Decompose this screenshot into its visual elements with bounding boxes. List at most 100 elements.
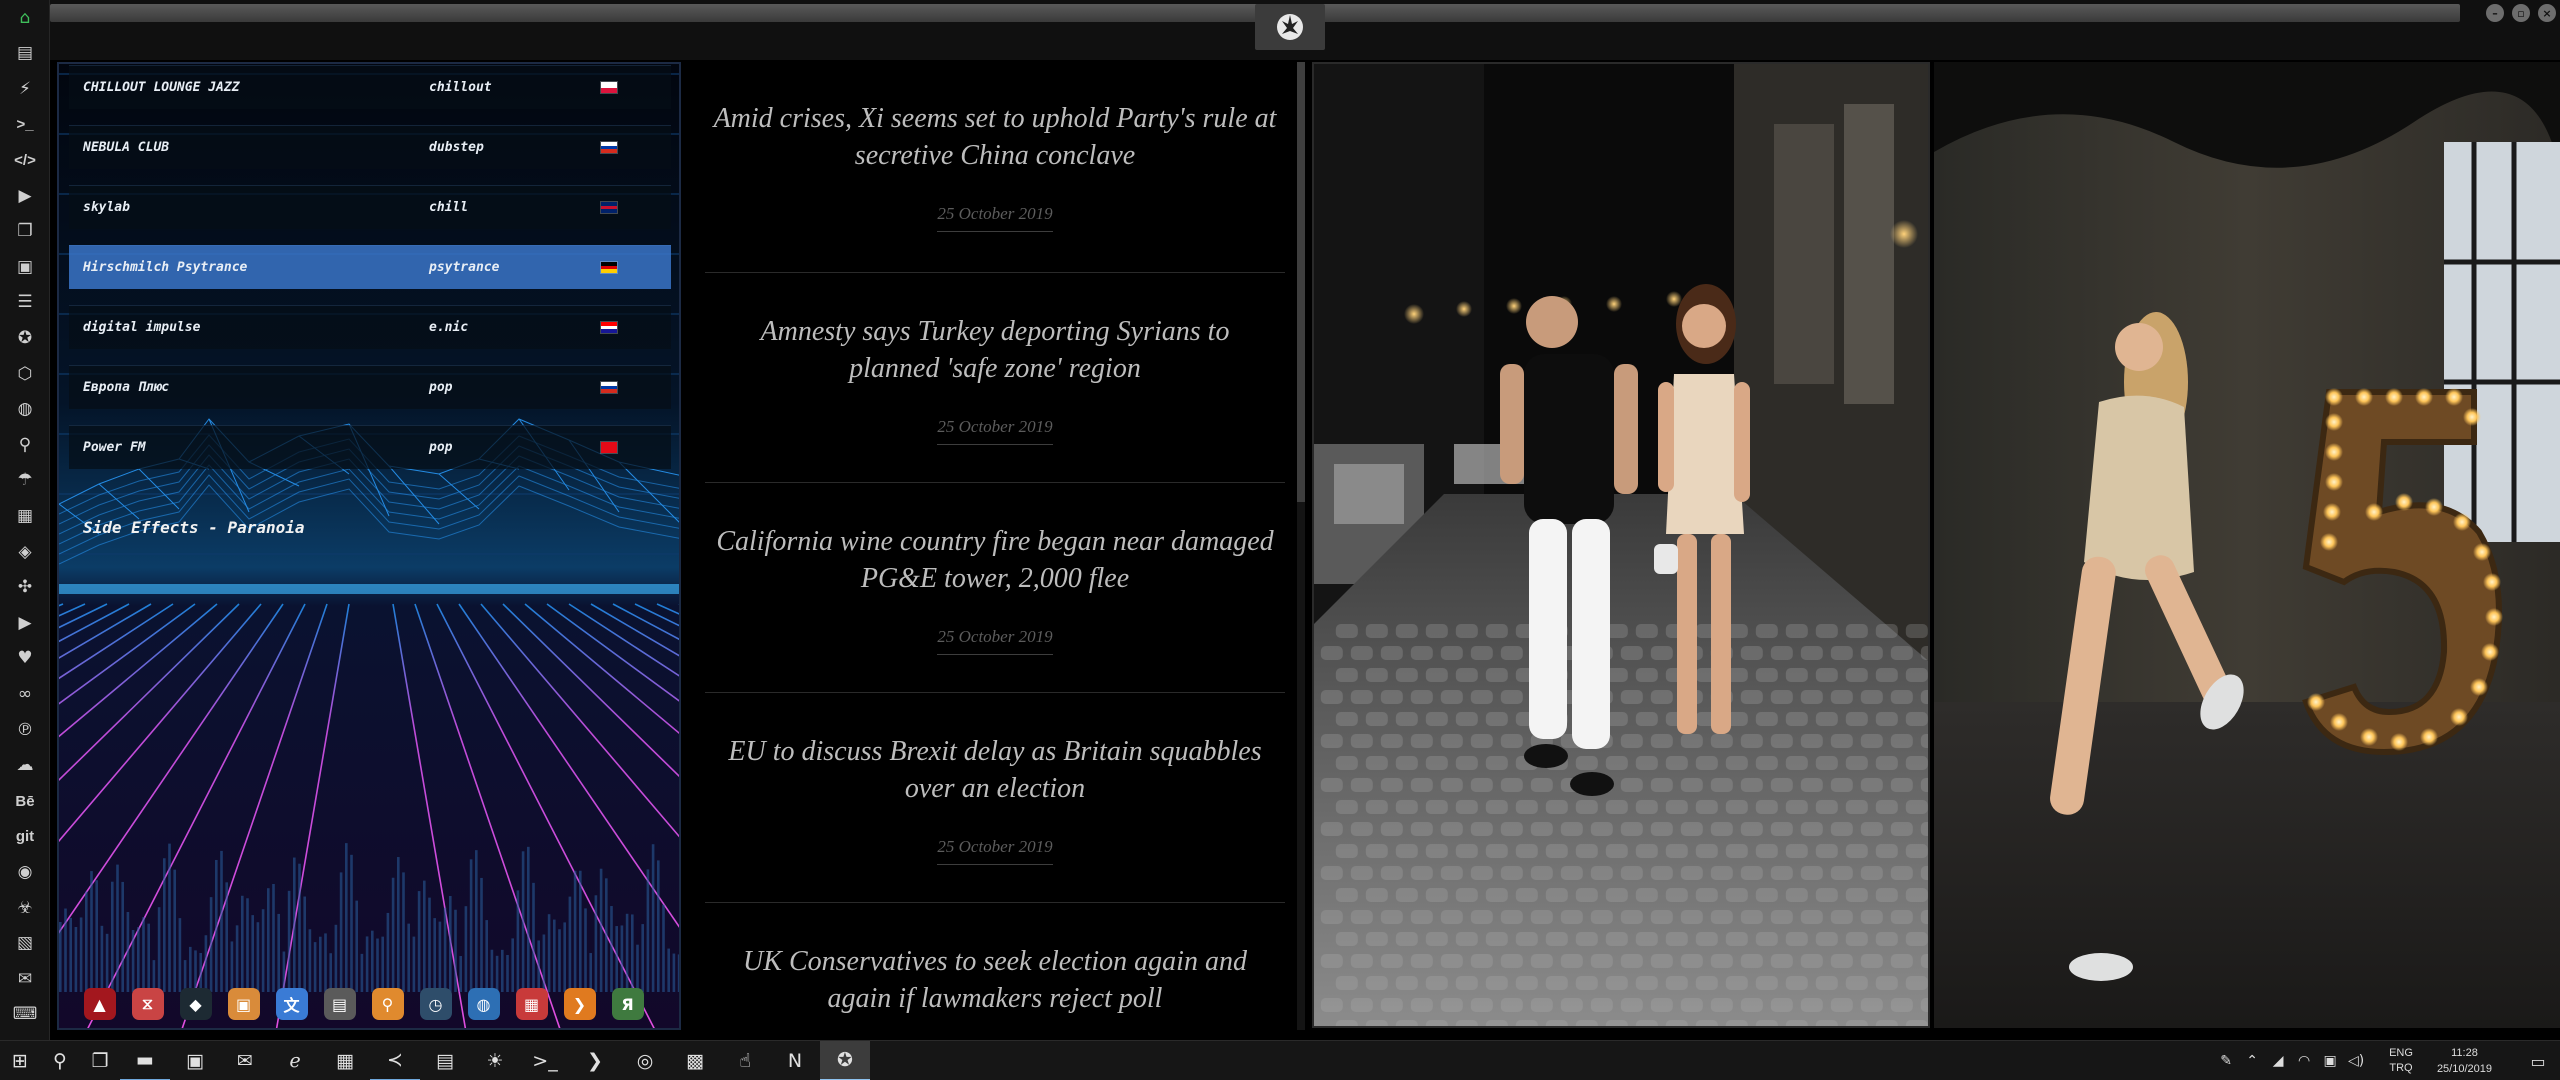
news-scrollbar-thumb[interactable] [1297, 62, 1305, 502]
start-icon[interactable]: ⊞ [0, 1041, 40, 1080]
pointer-icon[interactable]: ☝ [720, 1041, 770, 1080]
document-icon[interactable]: ▤ [12, 41, 38, 67]
mail-icon[interactable]: ✉ [220, 1041, 270, 1080]
powershell-icon[interactable]: ❯ [570, 1041, 620, 1080]
vscode-icon[interactable]: ≺ [370, 1041, 420, 1080]
station-row[interactable]: Power FM pop [69, 425, 671, 469]
rebel-emblem-icon[interactable] [1255, 4, 1325, 50]
mail-icon[interactable]: ✉ [12, 966, 38, 992]
terminal-icon[interactable]: >_ [12, 112, 38, 138]
station-row[interactable]: CHILLOUT LOUNGE JAZZ chillout [69, 65, 671, 109]
sandbox-icon[interactable]: ▦ [320, 1041, 370, 1080]
wifi-icon[interactable]: ◠ [2293, 1053, 2315, 1069]
vpn-icon[interactable]: ◆ [175, 984, 216, 1024]
heart-icon[interactable]: ♥ [12, 646, 38, 672]
app-dock: ▲ ⧖ ◆ ▣ 文 ▤ ⚲ ◷ ◍ ▦ ❯ Я [79, 984, 648, 1024]
radio-panel: CHILLOUT LOUNGE JAZZ chillout NEBULA CLUB d… [57, 62, 681, 1030]
biohazard-icon[interactable]: ☣ [12, 895, 38, 921]
play-icon[interactable]: ▶ [12, 183, 38, 209]
calendar-icon[interactable]: ▦ [511, 984, 552, 1024]
cloud-icon[interactable]: ☁ [12, 753, 38, 779]
globe-icon[interactable]: ◍ [463, 984, 504, 1024]
magnifier-icon[interactable]: ⚲ [367, 984, 408, 1024]
station-row[interactable]: skylab chill [69, 185, 671, 229]
app-icon-sidebar: ⌂ ▤ ⚡ >_ </> ▶ ❐ ▣ ☰ ✪ ⬡ ◍ ⚲ ☂ ▦ ◈ ✣ ▶ ♥ ∞ ℗ ☁ Bē git ◉ ☣ ▧ ✉ ⌨ [0, 0, 50, 1040]
photo-couple-street[interactable] [1312, 62, 1930, 1028]
expand-icon[interactable]: ✣ [12, 575, 38, 601]
news-headline[interactable]: Amid crises, Xi seems set to uphold Part… [705, 100, 1285, 174]
clock-icon[interactable]: ◷ [415, 984, 456, 1024]
rebel-app-icon[interactable]: ✪ [820, 1041, 870, 1080]
newspaper-icon[interactable]: ☰ [12, 290, 38, 316]
station-row[interactable]: digital impulse e.nic [69, 305, 671, 349]
finder-icon[interactable]: ▣ [223, 984, 264, 1024]
git-icon[interactable]: git [12, 824, 38, 850]
yandex-icon[interactable]: Я [607, 984, 648, 1024]
home-icon[interactable]: ⌂ [12, 5, 38, 31]
station-name: CHILLOUT LOUNGE JAZZ [83, 80, 240, 95]
station-row[interactable]: Европа Плюс pop [69, 365, 671, 409]
arrow-icon[interactable]: ❯ [559, 984, 600, 1024]
terminal-icon[interactable]: >_ [520, 1041, 570, 1080]
map-icon[interactable]: ▧ [12, 931, 38, 957]
news-article[interactable]: Amid crises, Xi seems set to uphold Part… [705, 62, 1285, 272]
minimize-button[interactable]: – [2486, 4, 2504, 22]
news-article[interactable]: UK Conservatives to seek election again … [705, 902, 1285, 1034]
chrome-icon[interactable]: ◎ [620, 1041, 670, 1080]
news-headline[interactable]: EU to discuss Brexit delay as Britain sq… [705, 733, 1285, 807]
news-article[interactable]: EU to discuss Brexit delay as Britain sq… [705, 692, 1285, 902]
news-article[interactable]: Amnesty says Turkey deporting Syrians to… [705, 272, 1285, 482]
search-icon[interactable]: ⚲ [12, 432, 38, 458]
hexagon-icon[interactable]: ⬡ [12, 361, 38, 387]
lightning-icon[interactable]: ⚡ [12, 76, 38, 102]
news-headline[interactable]: California wine country fire began near … [705, 523, 1285, 597]
photo-woman-number-five[interactable] [1934, 62, 2560, 1028]
timer-icon[interactable]: ⧖ [127, 984, 168, 1024]
notification-center-icon[interactable]: ▭ [2516, 1041, 2560, 1080]
youtube-icon[interactable]: ▶ [12, 610, 38, 636]
rebel-emblem-icon[interactable]: ✪ [12, 325, 38, 351]
tags-icon[interactable]: ◈ [12, 539, 38, 565]
clock[interactable]: 11:28 25/10/2019 [2437, 1045, 2492, 1077]
github-icon[interactable]: ◉ [12, 859, 38, 885]
station-genre: dubstep [429, 140, 484, 155]
remote-desktop-icon[interactable]: ▩ [670, 1041, 720, 1080]
news-article[interactable]: California wine country fire began near … [705, 482, 1285, 692]
volume-icon[interactable]: ◁) [2345, 1053, 2367, 1069]
code-icon[interactable]: </> [12, 147, 38, 173]
edge-icon[interactable]: ℯ [270, 1041, 320, 1080]
news-scrollbar[interactable] [1297, 62, 1305, 1030]
close-button[interactable]: × [2538, 4, 2556, 22]
pen-icon[interactable]: ✎ [2215, 1053, 2237, 1069]
pinterest-icon[interactable]: ℗ [12, 717, 38, 743]
security-icon[interactable]: ▣ [2319, 1053, 2341, 1069]
keyboard-icon[interactable]: ⌨ [12, 1002, 38, 1028]
store-icon[interactable]: ▣ [170, 1041, 220, 1080]
station-row[interactable]: NEBULA CLUB dubstep [69, 125, 671, 169]
search-icon[interactable]: ⚲ [40, 1041, 80, 1080]
notes-icon[interactable]: ▤ [319, 984, 360, 1024]
autodesk-icon[interactable]: ▲ [79, 984, 120, 1024]
translate-icon[interactable]: 文 [271, 984, 312, 1024]
brightness-icon[interactable]: ☀ [470, 1041, 520, 1080]
station-row[interactable]: Hirschmilch Psytrance psytrance [69, 245, 671, 289]
behance-icon[interactable]: Bē [12, 788, 38, 814]
network-icon[interactable]: ◢ [2267, 1053, 2289, 1069]
chevron-up-icon[interactable]: ⌃ [2241, 1053, 2263, 1069]
input-language[interactable]: ENG TRQ [2389, 1046, 2413, 1076]
file-explorer-icon[interactable]: ▬ [120, 1041, 170, 1080]
netflix-icon[interactable]: N [770, 1041, 820, 1080]
news-headline[interactable]: UK Conservatives to seek election again … [705, 943, 1285, 1017]
maximize-button[interactable]: ▫ [2512, 4, 2530, 22]
umbrella-icon[interactable]: ☂ [12, 468, 38, 494]
image-icon[interactable]: ▣ [12, 254, 38, 280]
copy-icon[interactable]: ❐ [12, 219, 38, 245]
station-name: digital impulse [83, 320, 201, 335]
globe-icon[interactable]: ◍ [12, 397, 38, 423]
news-headline[interactable]: Amnesty says Turkey deporting Syrians to… [705, 313, 1285, 387]
task-view-icon[interactable]: ❐ [80, 1041, 120, 1080]
station-genre: pop [429, 380, 453, 395]
contact-icon[interactable]: ▦ [12, 503, 38, 529]
news-app-icon[interactable]: ▤ [420, 1041, 470, 1080]
lastfm-icon[interactable]: ∞ [12, 681, 38, 707]
